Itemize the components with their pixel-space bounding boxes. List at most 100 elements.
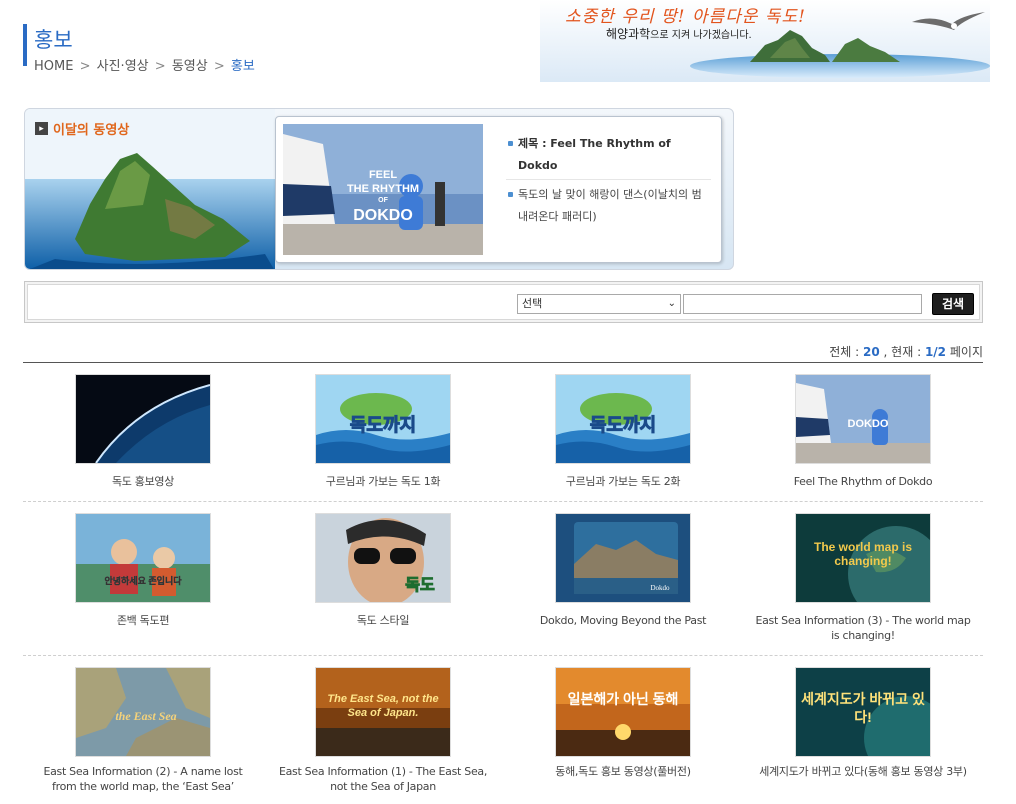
thumb-text: 일본해가 아닌 동해 bbox=[567, 691, 679, 707]
search-category-select[interactable]: 선택 ⌄ bbox=[517, 294, 681, 314]
arrow-right-icon: ▸ bbox=[35, 122, 48, 135]
breadcrumb-photo-video[interactable]: 사진·영상 bbox=[97, 59, 149, 74]
search-bar: 선택 ⌄ 검색 bbox=[24, 281, 983, 323]
video-item[interactable]: 세계지도가 바뀌고 있다! 세계지도가 바뀌고 있다(동해 홍보 동영상 3부) bbox=[743, 656, 983, 804]
thumb-cartoon-image: 독도까지 bbox=[316, 375, 450, 463]
video-title[interactable]: East Sea Information (1) - The East Sea,… bbox=[273, 764, 493, 794]
thumb-text: 안녕하세요 존입니다 bbox=[104, 575, 182, 586]
video-thumbnail[interactable]: the East Sea bbox=[75, 667, 211, 757]
thumb-sunset-image: 일본해가 아닌 동해 bbox=[556, 668, 690, 756]
thumb-text: the East Sea bbox=[115, 709, 176, 723]
thumb-ship-image: DOKDO bbox=[796, 375, 930, 463]
thumb-dokdo-image: Dokdo bbox=[556, 514, 690, 602]
featured-label-text: 이달의 동영상 bbox=[53, 123, 130, 138]
video-item[interactable]: 안녕하세요 존입니다 존백 독도편 bbox=[23, 502, 263, 655]
featured-info: 제목 : Feel The Rhythm of Dokdo 독도의 날 맞이 해… bbox=[506, 133, 711, 228]
banner-subtitle: 해양과학으로 지켜 나가겠습니다. bbox=[606, 25, 752, 42]
total-label: 전체 : bbox=[829, 345, 860, 359]
video-title[interactable]: 존백 독도편 bbox=[33, 613, 253, 628]
video-item[interactable]: 일본해가 아닌 동해 동해,독도 홍보 동영상(풀버전) bbox=[503, 656, 743, 804]
thumb-text: 세계지도가 바뀌고 있다! bbox=[801, 691, 925, 725]
video-item[interactable]: 독도까지 구르님과 가보는 독도 1화 bbox=[263, 363, 503, 501]
video-thumbnail[interactable] bbox=[75, 374, 211, 464]
featured-video-box: ▸ 이달의 동영상 FEEL THE RHYTHM OF DOKDO 제목 : … bbox=[24, 108, 734, 270]
thumb-text: 독도까지 bbox=[350, 415, 416, 435]
video-thumbnail[interactable]: 일본해가 아닌 동해 bbox=[555, 667, 691, 757]
video-item[interactable]: 독도까지 구르님과 가보는 독도 2화 bbox=[503, 363, 743, 501]
video-thumbnail[interactable]: 안녕하세요 존입니다 bbox=[75, 513, 211, 603]
page-unit: 페이지 bbox=[949, 345, 983, 359]
video-title[interactable]: Dokdo, Moving Beyond the Past bbox=[513, 613, 733, 628]
current-page: 1/2 bbox=[924, 345, 947, 359]
video-row: the East Sea East Sea Information (2) - … bbox=[23, 656, 983, 804]
video-item[interactable]: DOKDO Feel The Rhythm of Dokdo bbox=[743, 363, 983, 501]
featured-description: 독도의 날 맞이 해랑이 댄스(이날치의 범 내려온다 패러디) bbox=[518, 188, 702, 223]
breadcrumb-video[interactable]: 동영상 bbox=[172, 59, 208, 74]
current-label: , 현재 : bbox=[883, 345, 922, 359]
video-thumbnail[interactable]: 독도까지 bbox=[555, 374, 691, 464]
featured-thumb-text-3: OF bbox=[378, 197, 388, 204]
thumb-cartoon-image: 독도까지 bbox=[556, 375, 690, 463]
chevron-down-icon: ⌄ bbox=[667, 298, 676, 309]
page-title: 홍보 bbox=[34, 28, 73, 52]
breadcrumb-separator: > bbox=[154, 59, 166, 74]
thumb-text: Dokdo bbox=[650, 584, 670, 592]
thumb-teal-image: 세계지도가 바뀌고 있다! bbox=[796, 668, 930, 756]
video-item[interactable]: The world map is changing! East Sea Info… bbox=[743, 502, 983, 655]
video-item[interactable]: 독도 홍보영상 bbox=[23, 363, 263, 501]
video-title[interactable]: 구르님과 가보는 독도 2화 bbox=[513, 474, 733, 489]
video-item[interactable]: The East Sea, not the Sea of Japan. East… bbox=[263, 656, 503, 804]
featured-title-row[interactable]: 제목 : Feel The Rhythm of Dokdo bbox=[506, 133, 711, 180]
video-thumbnail[interactable]: Dokdo bbox=[555, 513, 691, 603]
featured-title: 제목 : Feel The Rhythm of Dokdo bbox=[518, 137, 671, 172]
thumb-orange-image: The East Sea, not the Sea of Japan. bbox=[316, 668, 450, 756]
thumb-text: 독도 bbox=[405, 576, 435, 594]
video-title[interactable]: 구르님과 가보는 독도 1화 bbox=[273, 474, 493, 489]
video-title[interactable]: 동해,독도 홍보 동영상(풀버전) bbox=[513, 764, 733, 779]
featured-label: ▸ 이달의 동영상 bbox=[35, 119, 129, 138]
breadcrumb-current: 홍보 bbox=[230, 59, 255, 74]
video-title[interactable]: 세계지도가 바뀌고 있다(동해 홍보 동영상 3부) bbox=[753, 764, 973, 779]
video-row: 안녕하세요 존입니다 존백 독도편 독도 독도 스타일 Dokdo Dokdo,… bbox=[23, 502, 983, 656]
banner-sub-bold: 해양과학 bbox=[606, 27, 651, 41]
breadcrumb-home[interactable]: HOME bbox=[34, 59, 73, 74]
video-item[interactable]: the East Sea East Sea Information (2) - … bbox=[23, 656, 263, 804]
thumb-kids-image: 안녕하세요 존입니다 bbox=[76, 514, 210, 602]
thumb-text: The world map is changing! bbox=[813, 540, 912, 568]
featured-thumb-text-2: THE RHYTHM bbox=[347, 183, 419, 195]
featured-desc-row: 독도의 날 맞이 해랑이 댄스(이날치의 범 내려온다 패러디) bbox=[506, 184, 711, 228]
video-thumbnail[interactable]: The East Sea, not the Sea of Japan. bbox=[315, 667, 451, 757]
featured-thumb-text-4: DOKDO bbox=[353, 207, 413, 224]
header-banner: 소중한 우리 땅! 아름다운 독도! 해양과학으로 지켜 나가겠습니다. bbox=[540, 0, 990, 82]
video-thumbnail[interactable]: 세계지도가 바뀌고 있다! bbox=[795, 667, 931, 757]
title-accent-bar bbox=[23, 24, 27, 66]
video-item[interactable]: Dokdo Dokdo, Moving Beyond the Past bbox=[503, 502, 743, 655]
video-thumbnail[interactable]: DOKDO bbox=[795, 374, 931, 464]
video-title[interactable]: Feel The Rhythm of Dokdo bbox=[753, 474, 973, 489]
thumb-text: The East Sea, not the Sea of Japan. bbox=[327, 693, 439, 719]
thumb-earth-image bbox=[76, 375, 210, 463]
thumb-sunglasses-image: 독도 bbox=[316, 514, 450, 602]
featured-thumbnail-image: FEEL THE RHYTHM OF DOKDO bbox=[283, 124, 483, 255]
featured-thumbnail[interactable]: FEEL THE RHYTHM OF DOKDO bbox=[283, 124, 483, 255]
search-category-value: 선택 bbox=[522, 297, 543, 310]
page-count: 전체 : 20 , 현재 : 1/2 페이지 bbox=[829, 343, 983, 360]
thumb-text: 독도까지 bbox=[590, 415, 656, 435]
video-title[interactable]: 독도 홍보영상 bbox=[33, 474, 253, 489]
thumb-globe-image: The world map is changing! bbox=[796, 514, 930, 602]
video-row: 독도 홍보영상 독도까지 구르님과 가보는 독도 1화 독도까지 구르님과 가보… bbox=[23, 363, 983, 502]
video-thumbnail[interactable]: The world map is changing! bbox=[795, 513, 931, 603]
video-thumbnail[interactable]: 독도까지 bbox=[315, 374, 451, 464]
banner-slogan: 소중한 우리 땅! 아름다운 독도! bbox=[565, 7, 806, 27]
video-grid: 독도 홍보영상 독도까지 구르님과 가보는 독도 1화 독도까지 구르님과 가보… bbox=[23, 363, 983, 804]
video-title[interactable]: 독도 스타일 bbox=[273, 613, 493, 628]
breadcrumb: HOME > 사진·영상 > 동영상 > 홍보 bbox=[34, 55, 255, 74]
thumb-map-image: the East Sea bbox=[76, 668, 210, 756]
video-title[interactable]: East Sea Information (3) - The world map… bbox=[753, 613, 973, 643]
video-item[interactable]: 독도 독도 스타일 bbox=[263, 502, 503, 655]
video-title[interactable]: East Sea Information (2) - A name lost f… bbox=[33, 764, 253, 794]
thumb-text: DOKDO bbox=[848, 418, 889, 430]
search-input[interactable] bbox=[683, 294, 922, 314]
video-thumbnail[interactable]: 독도 bbox=[315, 513, 451, 603]
search-button[interactable]: 검색 bbox=[932, 293, 974, 315]
